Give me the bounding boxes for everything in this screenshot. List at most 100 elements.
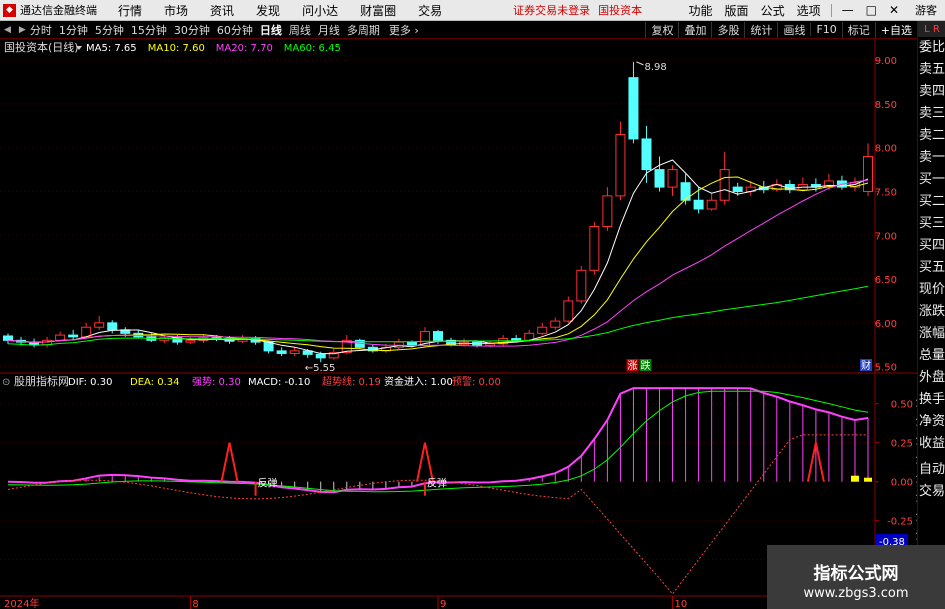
trend-dotted-line bbox=[7, 434, 868, 595]
warning-triangle bbox=[415, 442, 434, 482]
ma10-line bbox=[7, 176, 869, 352]
candle-body bbox=[276, 350, 287, 354]
sidebar-item-18[interactable]: 收益 bbox=[918, 433, 945, 455]
badge-cai: 财 bbox=[861, 359, 871, 372]
date-label-1: 8 bbox=[192, 599, 198, 609]
stock-notice: 国投资本 bbox=[598, 4, 643, 17]
sidebar-item-16[interactable]: 换手 bbox=[918, 389, 945, 411]
tool-f10[interactable]: F10 bbox=[810, 23, 841, 36]
indicator-icon: ⊙ bbox=[2, 377, 10, 388]
more-button[interactable]: 更多 › bbox=[389, 22, 419, 38]
lr-toggle[interactable]: L R bbox=[918, 21, 945, 37]
sidebar-item-15[interactable]: 外盘 bbox=[918, 367, 945, 389]
chart-area[interactable]: 国投资本(日线) MA5: 7.65 MA10: 7.60 MA20: 7.70 MA6… bbox=[0, 39, 917, 609]
sidebar-item-0[interactable]: 委比 bbox=[918, 37, 945, 59]
chevron-right-icon: › bbox=[414, 23, 419, 37]
period-weekly[interactable]: 周线 bbox=[289, 22, 311, 38]
sidebar-bottom-item-0[interactable]: 自动 bbox=[918, 459, 945, 481]
ma-label-0: MA5: 7.65 bbox=[86, 43, 137, 54]
menu-item-function[interactable]: 功能 bbox=[689, 2, 713, 19]
sidebar-item-2[interactable]: 卖四 bbox=[918, 81, 945, 103]
close-icon[interactable]: ✕ bbox=[889, 3, 899, 17]
minimize-icon[interactable]: — bbox=[842, 3, 854, 17]
period-30min[interactable]: 30分钟 bbox=[174, 22, 210, 38]
app-logo-icon: ◆ bbox=[3, 3, 16, 17]
sidebar-item-4[interactable]: 卖二 bbox=[918, 125, 945, 147]
period-toolbar: ◀ ▶ 分时 1分钟 5分钟 15分钟 30分钟 60分钟 日线 周线 月线 多… bbox=[0, 21, 917, 39]
date-label-0: 2024年 bbox=[4, 597, 39, 609]
menu-item-formula[interactable]: 公式 bbox=[761, 2, 785, 19]
indicator-value-6: 预警: 0.00 bbox=[452, 375, 501, 388]
candle-body bbox=[654, 169, 665, 188]
date-label-3: 10 bbox=[675, 599, 688, 609]
menu-item-trade[interactable]: 交易 bbox=[418, 2, 442, 19]
tool-add-watchlist[interactable]: +自选 bbox=[874, 21, 917, 38]
period-daily[interactable]: 日线 bbox=[260, 22, 282, 38]
price-tick-label: 8.00 bbox=[875, 144, 897, 155]
guest-label[interactable]: 游客 bbox=[915, 2, 937, 18]
sidebar-item-8[interactable]: 买三 bbox=[918, 213, 945, 235]
sidebar-item-14[interactable]: 总量 bbox=[918, 345, 945, 367]
candle-body bbox=[550, 320, 561, 328]
tool-restore-rights[interactable]: 复权 bbox=[645, 21, 678, 38]
menu-item-options[interactable]: 选项 bbox=[797, 2, 821, 19]
watermark-url: www.zbgs3.com bbox=[803, 586, 909, 601]
warning-triangle bbox=[220, 442, 239, 482]
menu-item-market[interactable]: 市场 bbox=[164, 2, 188, 19]
sidebar-item-7[interactable]: 买二 bbox=[918, 191, 945, 213]
login-notice[interactable]: 证券交易未登录 bbox=[513, 2, 590, 18]
menu-item-layout[interactable]: 版面 bbox=[725, 2, 749, 19]
candle-body bbox=[94, 322, 105, 328]
indicator-value-5: 资金进入: 1.00 bbox=[384, 375, 453, 388]
axes: 9.00 8.50 8.00 7.50 7.00 6.50 6.00 5.50 0.50 0.25… bbox=[0, 39, 917, 609]
sidebar-item-12[interactable]: 涨跌 bbox=[918, 301, 945, 323]
indicator-panel: ⊙ 股朋指标网 DIF: 0.30 DEA: 0.34 强势: 0.30 MACD: -0… bbox=[2, 374, 872, 595]
sidebar-item-1[interactable]: 卖五 bbox=[918, 59, 945, 81]
period-60min[interactable]: 60分钟 bbox=[217, 22, 253, 38]
sidebar-item-10[interactable]: 买五 bbox=[918, 257, 945, 279]
indicator-value-3: MACD: -0.10 bbox=[248, 377, 310, 388]
badge-zhang: 涨 bbox=[627, 360, 637, 372]
menu-item-news[interactable]: 资讯 bbox=[210, 2, 234, 19]
sidebar-bottom-item-1[interactable]: 交易 bbox=[918, 481, 945, 503]
date-label-2: 9 bbox=[440, 599, 446, 609]
prev-nav-icon[interactable]: ◀ bbox=[0, 25, 15, 35]
price-tick-label: 5.50 bbox=[875, 363, 897, 374]
app-title: ◆ 通达信金融终端 bbox=[0, 2, 97, 18]
indicator-tick-label: 0.25 bbox=[891, 439, 913, 450]
sidebar-item-17[interactable]: 净资 bbox=[918, 411, 945, 433]
sidebar-item-9[interactable]: 买四 bbox=[918, 235, 945, 257]
sidebar-item-13[interactable]: 涨幅 bbox=[918, 323, 945, 345]
sidebar-item-3[interactable]: 卖三 bbox=[918, 103, 945, 125]
stock-title: 国投资本(日线) bbox=[4, 40, 79, 54]
period-5min[interactable]: 5分钟 bbox=[95, 22, 124, 38]
time-label-0: 14:56 bbox=[915, 399, 917, 410]
menu-item-quotes[interactable]: 行情 bbox=[118, 2, 142, 19]
next-nav-icon[interactable]: ▶ bbox=[15, 25, 30, 35]
period-fenshi[interactable]: 分时 bbox=[30, 22, 52, 38]
sidebar-item-6[interactable]: 买一 bbox=[918, 169, 945, 191]
sidebar-item-5[interactable]: 卖一 bbox=[918, 147, 945, 169]
candle-body bbox=[485, 343, 496, 347]
tool-multi-stock[interactable]: 多股 bbox=[711, 21, 744, 38]
sidebar-item-11[interactable]: 现价 bbox=[918, 279, 945, 301]
period-1min[interactable]: 1分钟 bbox=[59, 22, 88, 38]
tool-overlay[interactable]: 叠加 bbox=[678, 21, 711, 38]
tool-mark[interactable]: 标记 bbox=[841, 21, 875, 38]
candle-body bbox=[289, 350, 300, 354]
period-multi[interactable]: 多周期 bbox=[347, 22, 380, 38]
period-15min[interactable]: 15分钟 bbox=[131, 22, 167, 38]
menu-item-discover[interactable]: 发现 bbox=[256, 2, 280, 19]
tool-statistics[interactable]: 统计 bbox=[744, 21, 777, 38]
time-label-3: 14:56 bbox=[915, 456, 917, 467]
sidebar-items: 委比 卖五 卖四 卖三 卖二 卖一 买一 买二 买三 买四 买五 现价 涨跌 涨幅 总量 外盘 换手 净资 收益自动… bbox=[918, 37, 945, 503]
menu-item-wealth[interactable]: 财富圈 bbox=[360, 2, 396, 19]
rebound-label: 反弹 bbox=[427, 477, 447, 490]
menu-item-ask[interactable]: 问小达 bbox=[302, 2, 338, 19]
maximize-icon[interactable]: □ bbox=[866, 3, 877, 17]
ma-label-3: MA60: 6.45 bbox=[284, 43, 341, 54]
time-label-6: 14:56 bbox=[915, 513, 917, 524]
tool-draw-line[interactable]: 画线 bbox=[777, 21, 810, 38]
period-monthly[interactable]: 月线 bbox=[318, 22, 340, 38]
menu-separator bbox=[830, 3, 832, 17]
